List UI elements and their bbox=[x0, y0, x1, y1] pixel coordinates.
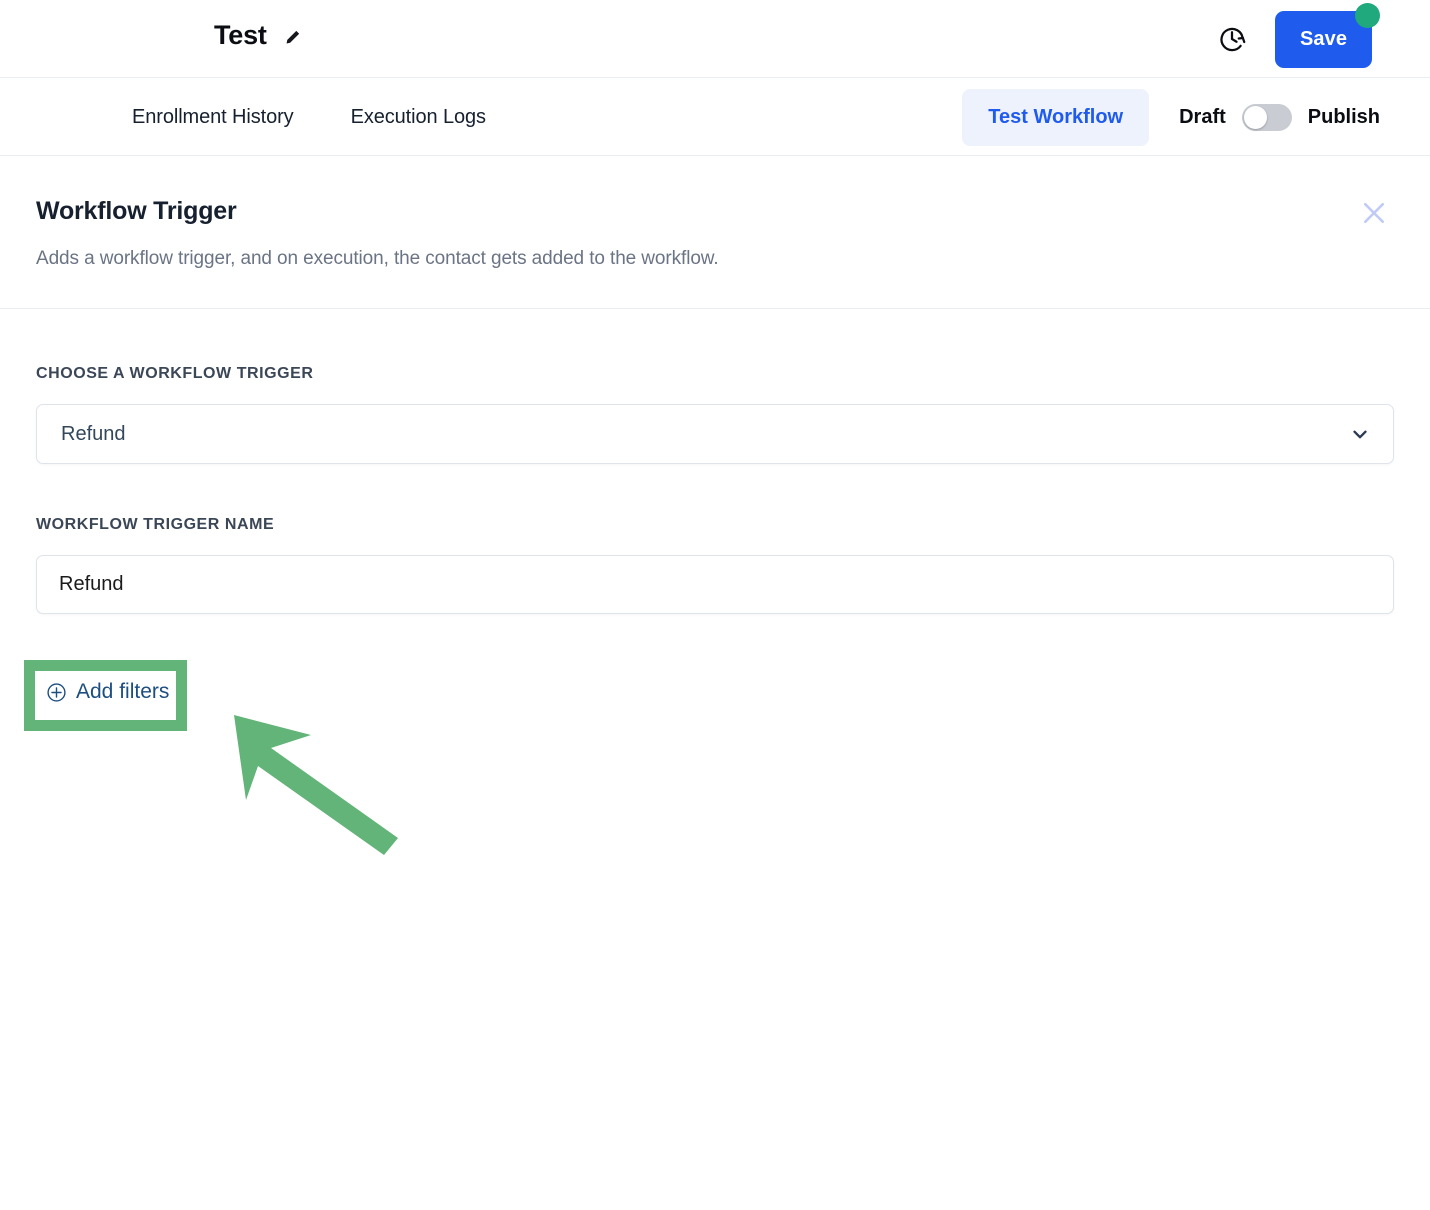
history-clock-icon[interactable] bbox=[1217, 24, 1247, 54]
add-filters-zone: Add filters bbox=[24, 660, 1394, 860]
workflow-trigger-screen: Test Save Enrollment History Execution L… bbox=[0, 0, 1430, 1210]
save-button-wrap: Save bbox=[1275, 2, 1380, 68]
top-bar: Test Save bbox=[0, 0, 1430, 78]
field-spacer bbox=[36, 464, 1394, 516]
tab-execution-logs[interactable]: Execution Logs bbox=[351, 106, 486, 129]
workflow-title-group: Test bbox=[214, 18, 302, 52]
trigger-select-value: Refund bbox=[61, 422, 126, 445]
trigger-select-label: Choose a workflow trigger bbox=[36, 365, 314, 382]
publish-toggle[interactable] bbox=[1241, 103, 1292, 131]
top-bar-actions: Save bbox=[1217, 0, 1380, 78]
panel-title: Workflow Trigger bbox=[36, 197, 237, 225]
tab-bar-actions: Test Workflow Draft Publish bbox=[962, 78, 1380, 156]
draft-label: Draft bbox=[1179, 105, 1226, 128]
draft-publish-toggle-group: Draft Publish bbox=[1179, 103, 1380, 131]
trigger-select[interactable]: Refund bbox=[36, 404, 1394, 464]
pencil-icon[interactable] bbox=[283, 28, 302, 47]
trigger-name-input[interactable] bbox=[36, 555, 1394, 614]
panel-description: Adds a workflow trigger, and on executio… bbox=[36, 248, 719, 269]
tab-list: Enrollment History Execution Logs bbox=[132, 78, 486, 156]
panel-header: Workflow Trigger Adds a workflow trigger… bbox=[0, 156, 1430, 309]
publish-label: Publish bbox=[1307, 105, 1380, 128]
plus-circle-icon bbox=[47, 682, 66, 702]
annotation-arrow-icon bbox=[234, 715, 398, 855]
trigger-name-label: Workflow trigger name bbox=[36, 516, 275, 533]
add-filters-label: Add filters bbox=[76, 680, 170, 703]
add-filters-button[interactable]: Add filters bbox=[46, 680, 169, 704]
tab-bar: Enrollment History Execution Logs Test W… bbox=[0, 78, 1430, 156]
unsaved-changes-badge bbox=[1355, 2, 1380, 28]
chevron-down-icon bbox=[1353, 430, 1367, 439]
close-icon[interactable] bbox=[1359, 198, 1389, 228]
test-workflow-button[interactable]: Test Workflow bbox=[962, 88, 1150, 146]
tab-enrollment-history[interactable]: Enrollment History bbox=[132, 106, 294, 129]
page-title: Test bbox=[214, 20, 267, 50]
workflow-trigger-form: Choose a workflow trigger Refund Workflo… bbox=[0, 309, 1430, 860]
publish-toggle-knob bbox=[1243, 105, 1267, 129]
